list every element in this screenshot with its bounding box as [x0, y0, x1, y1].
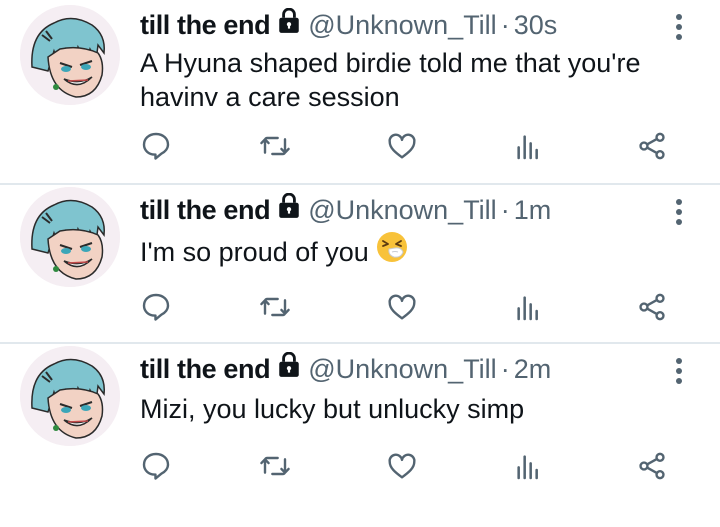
share-icon[interactable]: [636, 450, 672, 486]
lock-icon: [276, 192, 302, 224]
tweet-header: till the end @Unknown_Till · 1m: [140, 192, 552, 235]
handle[interactable]: @Unknown_Till: [308, 354, 496, 384]
display-name[interactable]: till the end: [140, 10, 271, 40]
heart-icon[interactable]: [386, 130, 422, 166]
handle[interactable]: @Unknown_Till: [308, 195, 496, 225]
more-vertical-icon[interactable]: [674, 14, 684, 44]
action-bar: [140, 130, 700, 170]
display-name[interactable]: till the end: [140, 354, 271, 384]
display-name[interactable]: till the end: [140, 195, 271, 225]
tweet[interactable]: till the end @Unknown_Till · 1m I'm so prou…: [0, 185, 720, 368]
tweet-text: I'm so proud of you: [140, 230, 700, 275]
tweet-header: till the end @Unknown_Till · 2m: [140, 351, 552, 394]
share-icon[interactable]: [636, 291, 672, 327]
lock-icon: [276, 351, 302, 383]
tweet-feed: till the end @Unknown_Till · 30s A Hyuna sh…: [0, 0, 720, 498]
separator: ·: [500, 354, 510, 384]
tweet[interactable]: till the end @Unknown_Till · 2m Mizi, you l…: [0, 344, 720, 527]
tweet-text-content: I'm so proud of you: [140, 237, 369, 268]
tweet-header: till the end @Unknown_Till · 30s: [140, 7, 558, 50]
heart-icon[interactable]: [386, 450, 422, 486]
reply-icon[interactable]: [140, 291, 176, 327]
action-bar: [140, 291, 700, 331]
action-bar: [140, 450, 700, 490]
stats-icon[interactable]: [512, 130, 548, 166]
tweet[interactable]: till the end @Unknown_Till · 30s A Hyuna sh…: [0, 0, 720, 183]
avatar[interactable]: [20, 5, 120, 105]
handle[interactable]: @Unknown_Till: [308, 10, 496, 40]
more-vertical-icon[interactable]: [674, 199, 684, 229]
retweet-icon[interactable]: [258, 450, 294, 486]
timestamp[interactable]: 30s: [514, 10, 558, 40]
retweet-icon[interactable]: [258, 130, 294, 166]
reply-icon[interactable]: [140, 450, 176, 486]
retweet-icon[interactable]: [258, 291, 294, 327]
timestamp[interactable]: 1m: [514, 195, 552, 225]
share-icon[interactable]: [636, 130, 672, 166]
avatar[interactable]: [20, 346, 120, 446]
separator: ·: [500, 195, 510, 225]
timestamp[interactable]: 2m: [514, 354, 552, 384]
avatar[interactable]: [20, 187, 120, 287]
tweet-text: Mizi, you lucky but unlucky simp: [140, 394, 525, 424]
more-vertical-icon[interactable]: [674, 358, 684, 388]
lock-icon: [276, 7, 302, 39]
heart-icon[interactable]: [386, 291, 422, 327]
stats-icon[interactable]: [512, 291, 548, 327]
reply-icon[interactable]: [140, 130, 176, 166]
separator: ·: [500, 10, 510, 40]
tweet-text: A Hyuna shaped birdie told me that you'r…: [140, 48, 641, 112]
stats-icon[interactable]: [512, 450, 548, 486]
sneezing-face-emoji: [375, 230, 409, 272]
